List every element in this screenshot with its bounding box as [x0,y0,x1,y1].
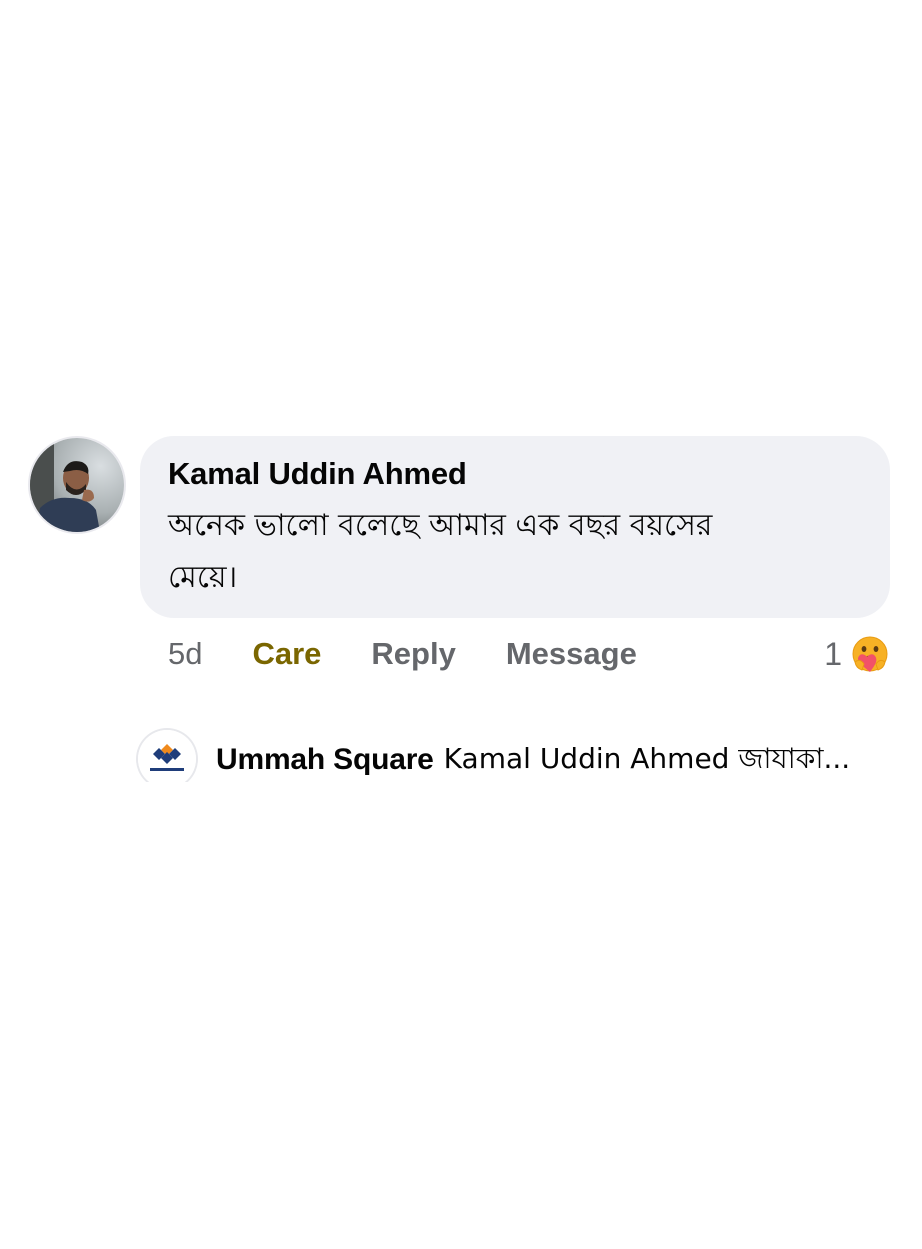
comment-timestamp[interactable]: 5d [168,636,202,672]
care-reaction-button[interactable]: Care [252,636,321,672]
comment-actions: 5d Care Reply Message [168,630,637,678]
reply-author-name[interactable]: Ummah Square [216,743,434,777]
reaction-summary[interactable]: 1 [824,632,890,676]
reply-snippet: Kamal Uddin Ahmed জাযাকা... [443,741,851,775]
cut-off-mask [140,782,880,792]
comment-text: অনেক ভালো বলেছে আমার এক বছর বয়সের মেয়ে… [168,508,713,595]
reply-author-avatar[interactable] [138,730,196,788]
ummah-square-logo [138,730,196,788]
reaction-count: 1 [824,635,842,672]
comment-bubble[interactable]: Kamal Uddin Ahmed অনেক ভালো বলেছে আমার এ… [140,436,890,618]
comment-author-name[interactable]: Kamal Uddin Ahmed [168,454,862,494]
care-emoji-icon [852,636,888,672]
reply-button[interactable]: Reply [371,636,455,672]
user-photo-avatar [30,438,124,532]
message-button[interactable]: Message [506,636,637,672]
reply-preview[interactable]: Ummah Square Kamal Uddin Ahmed জাযাকা... [216,738,876,782]
commenter-avatar[interactable] [30,438,124,532]
